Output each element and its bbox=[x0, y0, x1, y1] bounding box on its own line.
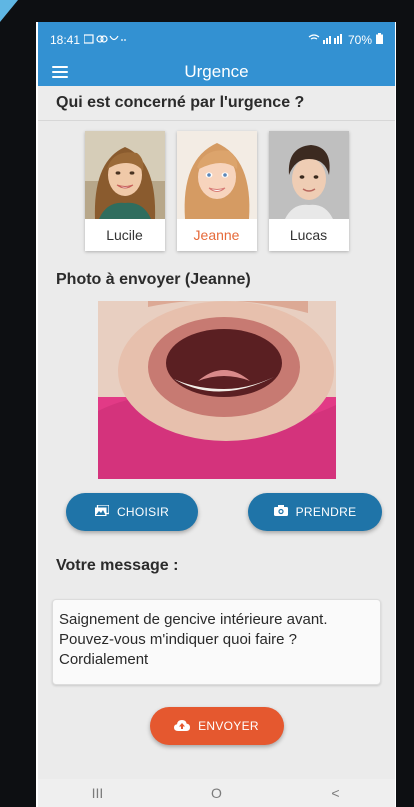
status-time: 18:41 bbox=[50, 33, 81, 47]
device-bezel-right bbox=[396, 0, 414, 807]
photo-actions: CHOISIR PRENDRE bbox=[38, 493, 395, 531]
photo-preview bbox=[97, 301, 336, 479]
recent-apps-button[interactable]: III bbox=[78, 785, 118, 801]
person-name: Lucas bbox=[289, 227, 328, 243]
envoyer-button[interactable]: ENVOYER bbox=[149, 707, 284, 745]
choisir-button[interactable]: CHOISIR bbox=[66, 493, 198, 531]
camera-icon bbox=[273, 505, 288, 519]
status-bar: 18:41 70% bbox=[38, 22, 395, 58]
page-title: Urgence bbox=[184, 62, 249, 81]
image-icon bbox=[94, 504, 110, 519]
person-name: Lucile bbox=[106, 227, 143, 243]
avatar-lucile bbox=[84, 131, 165, 219]
people-selector: Lucile Jeanne Lucas bbox=[38, 131, 395, 251]
avatar-jeanne bbox=[176, 131, 257, 219]
device-bezel-top bbox=[0, 0, 414, 22]
system-nav-bar: III O < bbox=[38, 779, 395, 807]
battery-icon bbox=[376, 33, 383, 47]
person-card-lucas[interactable]: Lucas bbox=[268, 131, 349, 251]
cloud-upload-icon bbox=[174, 719, 191, 734]
message-section-title: Votre message : bbox=[56, 557, 179, 574]
signal-icon bbox=[308, 33, 344, 47]
home-button[interactable]: O bbox=[197, 785, 237, 801]
back-button[interactable]: < bbox=[316, 785, 356, 801]
notification-icons bbox=[83, 33, 126, 47]
hamburger-menu-icon[interactable] bbox=[52, 63, 68, 79]
envoyer-label: ENVOYER bbox=[198, 719, 259, 733]
who-section-title: Qui est concerné par l'urgence ? bbox=[56, 94, 305, 111]
who-section-header: Qui est concerné par l'urgence ? bbox=[38, 86, 395, 121]
photo-section-title: Photo à envoyer (Jeanne) bbox=[56, 271, 251, 288]
prendre-button[interactable]: PRENDRE bbox=[248, 493, 382, 531]
person-card-lucile[interactable]: Lucile bbox=[84, 131, 165, 251]
avatar-lucas bbox=[268, 131, 349, 219]
person-card-jeanne[interactable]: Jeanne bbox=[176, 131, 257, 251]
person-name: Jeanne bbox=[193, 227, 240, 243]
corner-glare bbox=[0, 0, 18, 22]
battery-percent: 70% bbox=[347, 33, 372, 47]
phone-screen: 18:41 70% Urgence Qui est concerné par l… bbox=[38, 22, 395, 807]
device-bezel-left bbox=[0, 0, 36, 807]
message-line: Cordialement bbox=[59, 651, 149, 668]
send-area: ENVOYER bbox=[38, 707, 395, 745]
message-line: Saignement de gencive intérieure avant. bbox=[59, 611, 328, 628]
choisir-label: CHOISIR bbox=[116, 505, 170, 519]
prendre-label: PRENDRE bbox=[295, 505, 357, 519]
message-line: Pouvez-vous m'indiquer quoi faire ? bbox=[59, 631, 297, 648]
app-bar: Urgence bbox=[38, 58, 395, 86]
message-textarea[interactable]: Saignement de gencive intérieure avant. … bbox=[52, 599, 381, 685]
